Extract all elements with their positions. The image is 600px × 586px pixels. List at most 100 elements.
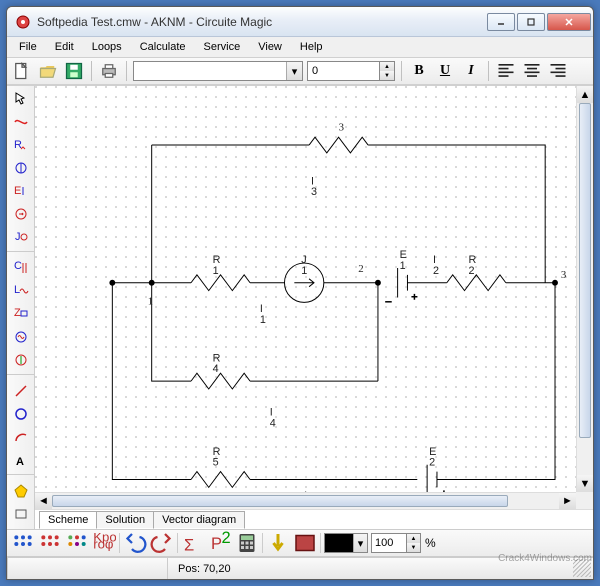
lbl-node2: 2 xyxy=(358,263,363,275)
tab-vector-diagram[interactable]: Vector diagram xyxy=(153,511,245,529)
redo-icon[interactable] xyxy=(150,532,174,554)
tab-scheme[interactable]: Scheme xyxy=(39,511,97,529)
spin-down-icon[interactable]: ▼ xyxy=(380,71,394,80)
calculator-icon[interactable] xyxy=(235,532,259,554)
spin-up-icon[interactable]: ▲ xyxy=(407,534,420,543)
palette-pointer-icon[interactable] xyxy=(9,88,33,110)
palette-text-icon[interactable]: A xyxy=(9,449,33,471)
menu-help[interactable]: Help xyxy=(292,39,331,55)
print-button[interactable] xyxy=(98,60,120,82)
lbl-node3r: 3 xyxy=(561,269,566,281)
lbl-I3: I3 xyxy=(311,175,317,198)
canvas-tabs: Scheme Solution Vector diagram xyxy=(35,509,593,529)
nodes-red-icon[interactable] xyxy=(38,532,62,554)
palette-emf-icon[interactable]: E xyxy=(9,180,33,202)
schematic-drawing: _+ _+ 3 I3 R1 J1 2 E1 I2 R2 3 1 xyxy=(35,86,593,509)
palette-rect-icon[interactable] xyxy=(9,503,33,525)
palette-line-icon[interactable] xyxy=(9,380,33,402)
menu-edit[interactable]: Edit xyxy=(47,39,82,55)
svg-text:E: E xyxy=(14,185,21,197)
resize-grip-icon[interactable] xyxy=(573,559,591,577)
zoom-unit: % xyxy=(425,536,436,550)
minimize-button[interactable] xyxy=(487,13,515,31)
svg-text:R: R xyxy=(14,139,22,151)
menu-file[interactable]: File xyxy=(11,39,45,55)
tool-palette: R E J C L Z A xyxy=(7,86,35,529)
lbl-node1: 1 xyxy=(148,295,153,307)
menu-loops[interactable]: Loops xyxy=(84,39,130,55)
open-button[interactable] xyxy=(37,60,59,82)
lbl-J1: J1 xyxy=(301,254,307,277)
spin-down-icon[interactable]: ▼ xyxy=(407,543,420,552)
horizontal-scrollbar[interactable]: ◄ ► xyxy=(35,492,576,509)
window-title: Softpedia Test.cmw - AKNM - Circuite Mag… xyxy=(37,15,487,29)
font-name-combo[interactable]: ▾ xyxy=(133,61,303,81)
svg-text:A: A xyxy=(16,456,24,468)
bold-button[interactable]: B xyxy=(408,60,430,82)
maximize-button[interactable] xyxy=(517,13,545,31)
align-right-button[interactable] xyxy=(547,60,569,82)
kpox-icon[interactable]: Kpoxroφ xyxy=(92,532,116,554)
menu-service[interactable]: Service xyxy=(196,39,249,55)
lbl-E2: E2 xyxy=(429,446,436,469)
palette-acsource2-icon[interactable] xyxy=(9,349,33,371)
palette-resistor-icon[interactable]: R xyxy=(9,134,33,156)
svg-text:C: C xyxy=(14,260,22,272)
scroll-thumb-h[interactable] xyxy=(52,495,508,507)
align-center-button[interactable] xyxy=(521,60,543,82)
align-left-button[interactable] xyxy=(495,60,517,82)
spin-up-icon[interactable]: ▲ xyxy=(380,62,394,71)
zoom-input[interactable] xyxy=(371,533,407,553)
scroll-corner xyxy=(576,492,593,509)
vertical-scrollbar[interactable]: ▲ ▼ xyxy=(576,86,593,492)
palette-isource-icon[interactable] xyxy=(9,203,33,225)
palette-capacitor-icon[interactable]: C xyxy=(9,257,33,279)
scroll-thumb-v[interactable] xyxy=(579,103,591,438)
status-bar: Pos: 70,20 xyxy=(7,557,593,579)
scroll-right-icon[interactable]: ► xyxy=(559,493,576,509)
scroll-up-icon[interactable]: ▲ xyxy=(577,86,593,103)
svg-text:roφ: roφ xyxy=(93,537,113,552)
italic-button[interactable]: I xyxy=(460,60,482,82)
svg-text:Σ: Σ xyxy=(184,537,194,555)
dropdown-arrow-icon: ▾ xyxy=(286,62,302,80)
lbl-R1: R1 xyxy=(213,254,221,277)
palette-inductor-icon[interactable]: L xyxy=(9,280,33,302)
palette-wire-icon[interactable] xyxy=(9,111,33,133)
palette-jsource-icon[interactable]: J xyxy=(9,226,33,248)
arrow-down-yellow-icon[interactable] xyxy=(266,532,290,554)
schematic-canvas[interactable]: _+ _+ 3 I3 R1 J1 2 E1 I2 R2 3 1 xyxy=(35,86,593,509)
svg-text:Z: Z xyxy=(14,307,21,319)
close-button[interactable] xyxy=(547,13,591,31)
nodes-multi-icon[interactable] xyxy=(65,532,89,554)
palette-arc-icon[interactable] xyxy=(9,426,33,448)
font-size-input[interactable] xyxy=(307,61,379,81)
tab-solution[interactable]: Solution xyxy=(96,511,154,529)
palette-vsource-icon[interactable] xyxy=(9,157,33,179)
lbl-R5: R5 xyxy=(213,446,221,469)
menu-calculate[interactable]: Calculate xyxy=(132,39,194,55)
sigma-icon[interactable]: Σ xyxy=(181,532,205,554)
scroll-down-icon[interactable]: ▼ xyxy=(577,475,593,492)
save-button[interactable] xyxy=(63,60,85,82)
canvas-area: _+ _+ 3 I3 R1 J1 2 E1 I2 R2 3 1 xyxy=(35,86,593,529)
scroll-left-icon[interactable]: ◄ xyxy=(35,493,52,509)
nodes-blue-icon[interactable] xyxy=(11,532,35,554)
undo-icon[interactable] xyxy=(123,532,147,554)
lbl-I1mid: I1 xyxy=(260,303,266,326)
power-icon[interactable]: P2 xyxy=(208,532,232,554)
menu-view[interactable]: View xyxy=(250,39,290,55)
lbl-I2: I2 xyxy=(433,254,439,277)
status-pos: Pos: 70,20 xyxy=(167,558,317,579)
zoom-control[interactable]: ▲▼ % xyxy=(371,533,436,553)
palette-circle-icon[interactable] xyxy=(9,403,33,425)
palette-polygon-icon[interactable] xyxy=(9,480,33,502)
underline-button[interactable]: U xyxy=(434,60,456,82)
palette-acsource-icon[interactable] xyxy=(9,326,33,348)
color-square-icon[interactable] xyxy=(293,532,317,554)
lbl-top-node: 3 xyxy=(339,121,344,133)
font-size-spinner[interactable]: ▲▼ xyxy=(307,61,395,81)
color-picker[interactable]: ▾ xyxy=(324,533,368,553)
new-button[interactable] xyxy=(11,60,33,82)
palette-impedance-icon[interactable]: Z xyxy=(9,303,33,325)
